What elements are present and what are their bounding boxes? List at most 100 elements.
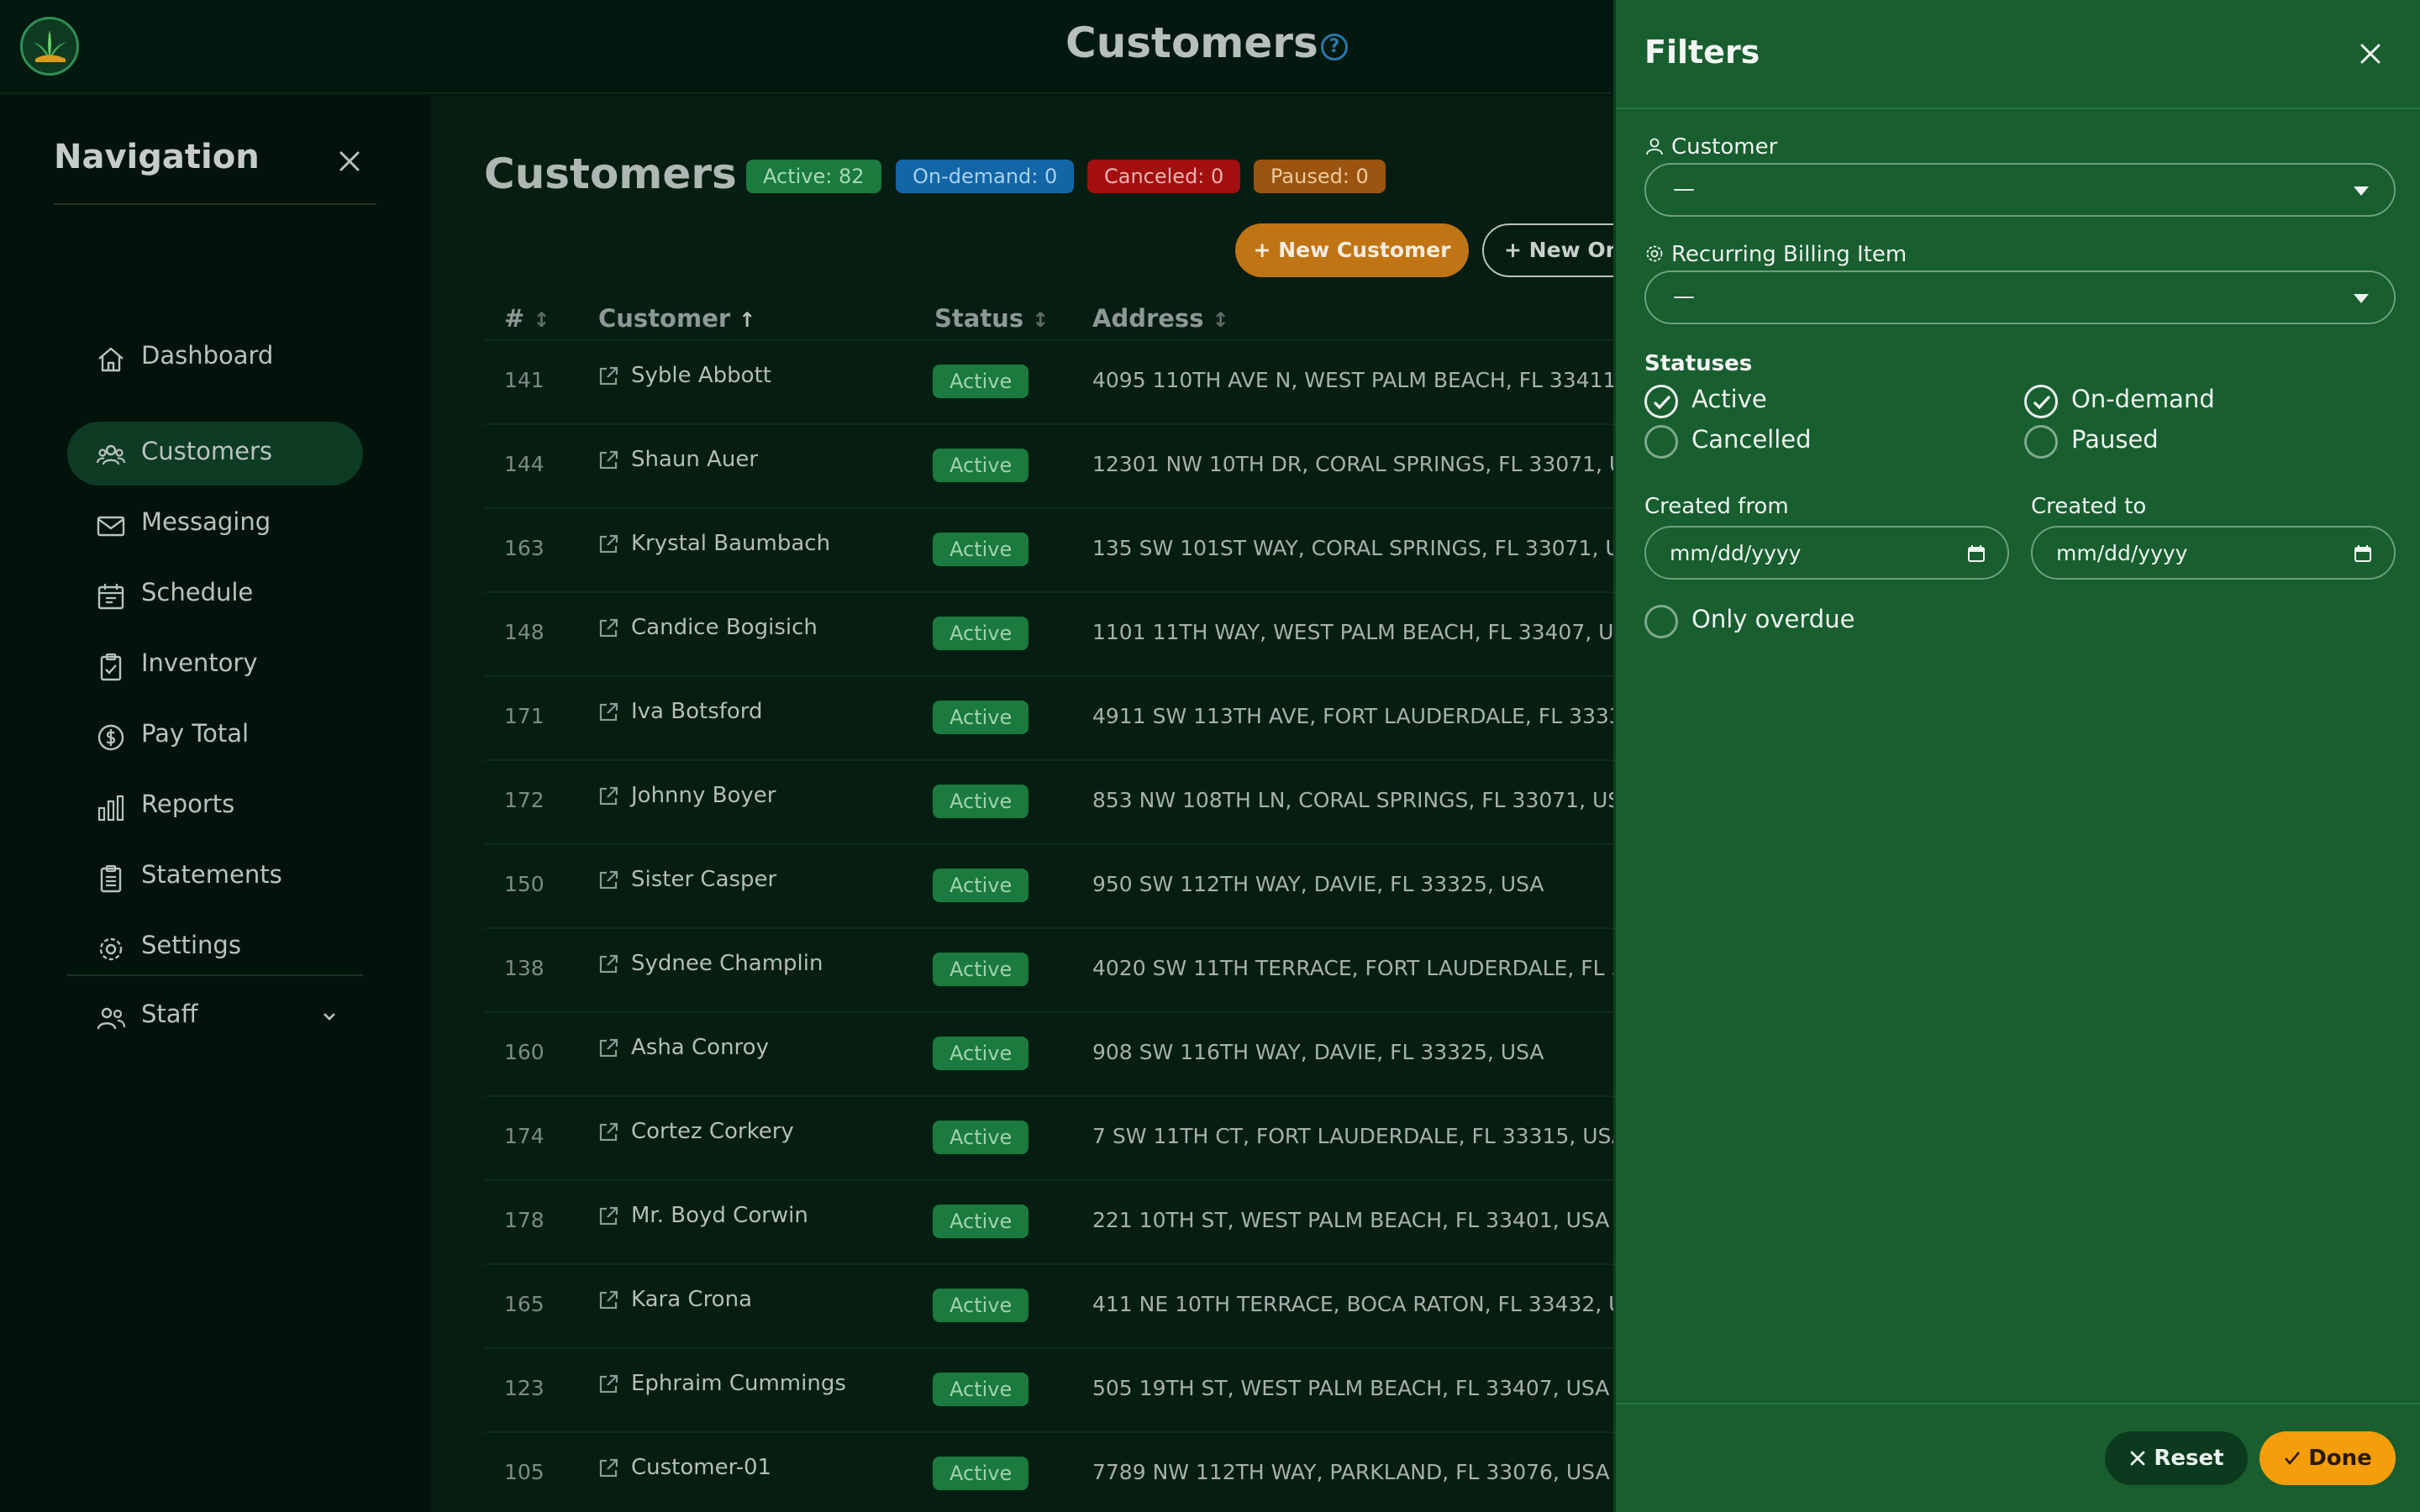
status-badge: Active <box>933 953 1029 986</box>
sidebar-item-staff[interactable]: Staff <box>67 984 363 1048</box>
table-row[interactable]: 178 Mr. Boyd Corwin Active 221 10TH ST, WES… <box>484 1179 1660 1263</box>
done-button[interactable]: Done <box>2260 1431 2396 1485</box>
caret-down-icon <box>2354 186 2369 196</box>
status-checkbox-cancelled[interactable] <box>1644 425 1678 459</box>
chevron-down-icon[interactable] <box>319 1006 339 1026</box>
customer-address: 1101 11TH WAY, WEST PALM BEACH, FL 33407… <box>1092 620 1642 644</box>
bar-chart-icon <box>97 795 124 822</box>
external-link-icon[interactable] <box>597 1373 620 1396</box>
filters-panel: Filters Customer — Recurring Billing Ite… <box>1613 0 2420 1512</box>
app-logo[interactable] <box>20 17 79 76</box>
sidebar-item-reports[interactable]: Reports <box>67 774 363 838</box>
row-number: 178 <box>504 1208 544 1232</box>
external-link-icon[interactable] <box>597 617 620 640</box>
clipboard-check-icon <box>100 653 122 681</box>
reset-button[interactable]: Reset <box>2105 1431 2248 1485</box>
customer-name-link[interactable]: Shaun Auer <box>631 447 758 472</box>
external-link-icon[interactable] <box>597 953 620 976</box>
customer-name-link[interactable]: Asha Conroy <box>631 1035 769 1060</box>
customer-address: 135 SW 101ST WAY, CORAL SPRINGS, FL 3307… <box>1092 536 1634 560</box>
column-header-customer[interactable]: Customer ↑ <box>598 304 755 333</box>
customer-name-link[interactable]: Cortez Corkery <box>631 1119 794 1144</box>
calendar-icon[interactable] <box>2354 544 2372 563</box>
close-icon <box>2130 1451 2145 1466</box>
customer-address: 4911 SW 113TH AVE, FORT LAUDERDALE, FL 3… <box>1092 704 1636 728</box>
table-row[interactable]: 172 Johnny Boyer Active 853 NW 108TH LN, CO… <box>484 759 1660 843</box>
status-badge: Active <box>933 1373 1029 1406</box>
customer-name-link[interactable]: Customer-01 <box>631 1455 771 1480</box>
external-link-icon[interactable] <box>597 869 620 892</box>
new-customer-button[interactable]: + New Customer <box>1235 223 1469 277</box>
recurring-billing-select[interactable]: — <box>1644 270 2396 324</box>
calendar-icon <box>97 584 124 610</box>
sidebar-item-pay-total[interactable]: Pay Total <box>67 704 363 768</box>
status-checkbox-active[interactable] <box>1644 385 1678 418</box>
page-title: Customers <box>484 150 737 198</box>
external-link-icon[interactable] <box>597 533 620 556</box>
customer-name-link[interactable]: Ephraim Cummings <box>631 1371 846 1396</box>
column-header-num[interactable]: # ↕ <box>504 304 550 333</box>
sidebar-item-statements[interactable]: Statements <box>67 845 363 909</box>
external-link-icon[interactable] <box>597 1289 620 1312</box>
external-link-icon[interactable] <box>597 1205 620 1228</box>
column-header-address[interactable]: Address ↕ <box>1092 304 1229 333</box>
external-link-icon[interactable] <box>597 785 620 808</box>
customer-name-link[interactable]: Kara Crona <box>631 1287 752 1312</box>
status-checkbox-paused[interactable] <box>2024 425 2058 459</box>
table-row[interactable]: 148 Candice Bogisich Active 1101 11TH WAY, … <box>484 591 1660 675</box>
button-label: Done <box>2308 1446 2372 1471</box>
customer-name-link[interactable]: Candice Bogisich <box>631 615 818 640</box>
table-row[interactable]: 138 Sydnee Champlin Active 4020 SW 11TH TER… <box>484 927 1660 1011</box>
table-row[interactable]: 165 Kara Crona Active 411 NE 10TH TERRACE, … <box>484 1263 1660 1347</box>
created-from-label: Created from <box>1644 494 1789 519</box>
close-icon[interactable] <box>333 144 366 178</box>
external-link-icon[interactable] <box>597 1037 620 1060</box>
sidebar-item-label: Dashboard <box>141 341 274 370</box>
external-link-icon[interactable] <box>597 1457 620 1480</box>
row-number: 105 <box>504 1460 544 1484</box>
customer-name-link[interactable]: Syble Abbott <box>631 363 771 388</box>
sort-ascending-icon: ↑ <box>739 308 756 332</box>
sidebar-item-dashboard[interactable]: Dashboard <box>67 326 363 390</box>
column-header-status[interactable]: Status ↕ <box>934 304 1049 333</box>
row-number: 138 <box>504 956 544 980</box>
external-link-icon[interactable] <box>597 1121 620 1144</box>
badge-label: Paused: 0 <box>1270 165 1369 188</box>
close-icon[interactable] <box>2355 39 2386 69</box>
table-row[interactable]: 123 Ephraim Cummings Active 505 19TH ST, WE… <box>484 1347 1660 1431</box>
only-overdue-checkbox[interactable] <box>1644 605 1678 638</box>
table-row[interactable]: 171 Iva Botsford Active 4911 SW 113TH AVE, … <box>484 675 1660 759</box>
created-to-input[interactable]: mm/dd/yyyy <box>2031 526 2396 580</box>
customer-name-link[interactable]: Iva Botsford <box>631 699 763 724</box>
customer-name-link[interactable]: Sister Casper <box>631 867 776 892</box>
table-row[interactable]: 144 Shaun Auer Active 12301 NW 10TH DR, COR… <box>484 423 1660 507</box>
customer-name-link[interactable]: Krystal Baumbach <box>631 531 830 556</box>
table-row[interactable]: 141 Syble Abbott Active 4095 110TH AVE N, W… <box>484 339 1660 423</box>
external-link-icon[interactable] <box>597 701 620 724</box>
table-row[interactable]: 163 Krystal Baumbach Active 135 SW 101ST WA… <box>484 507 1660 591</box>
calendar-icon[interactable] <box>1967 544 1986 563</box>
created-from-input[interactable]: mm/dd/yyyy <box>1644 526 2009 580</box>
table-row[interactable]: 150 Sister Casper Active 950 SW 112TH WAY, … <box>484 843 1660 927</box>
status-label-cancelled: Cancelled <box>1691 425 1812 454</box>
users-icon <box>96 444 126 465</box>
question-circle-icon[interactable]: ? <box>1321 34 1348 60</box>
table-row[interactable]: 174 Cortez Corkery Active 7 SW 11TH CT, FOR… <box>484 1095 1660 1179</box>
row-number: 150 <box>504 872 544 896</box>
table-row[interactable]: 105 Customer-01 Active 7789 NW 112TH WAY, P… <box>484 1431 1660 1512</box>
customer-name-link[interactable]: Mr. Boyd Corwin <box>631 1203 808 1228</box>
status-checkbox-on-demand[interactable] <box>2024 385 2058 418</box>
external-link-icon[interactable] <box>597 449 620 472</box>
sidebar-item-messaging[interactable]: Messaging <box>67 492 363 556</box>
customer-name-link[interactable]: Johnny Boyer <box>631 783 776 808</box>
sidebar-item-schedule[interactable]: Schedule <box>67 563 363 627</box>
sidebar-item-customers[interactable]: Customers <box>67 422 363 486</box>
table-row[interactable]: 160 Asha Conroy Active 908 SW 116TH WAY, DA… <box>484 1011 1660 1095</box>
sidebar-item-inventory[interactable]: Inventory <box>67 633 363 697</box>
customer-name-link[interactable]: Sydnee Champlin <box>631 951 823 976</box>
sidebar-item-settings[interactable]: Settings <box>67 916 363 979</box>
customer-select[interactable]: — <box>1644 163 2396 217</box>
external-link-icon[interactable] <box>597 365 620 388</box>
badge-label: Canceled: 0 <box>1104 165 1224 188</box>
column-header-label: Status <box>934 304 1024 333</box>
